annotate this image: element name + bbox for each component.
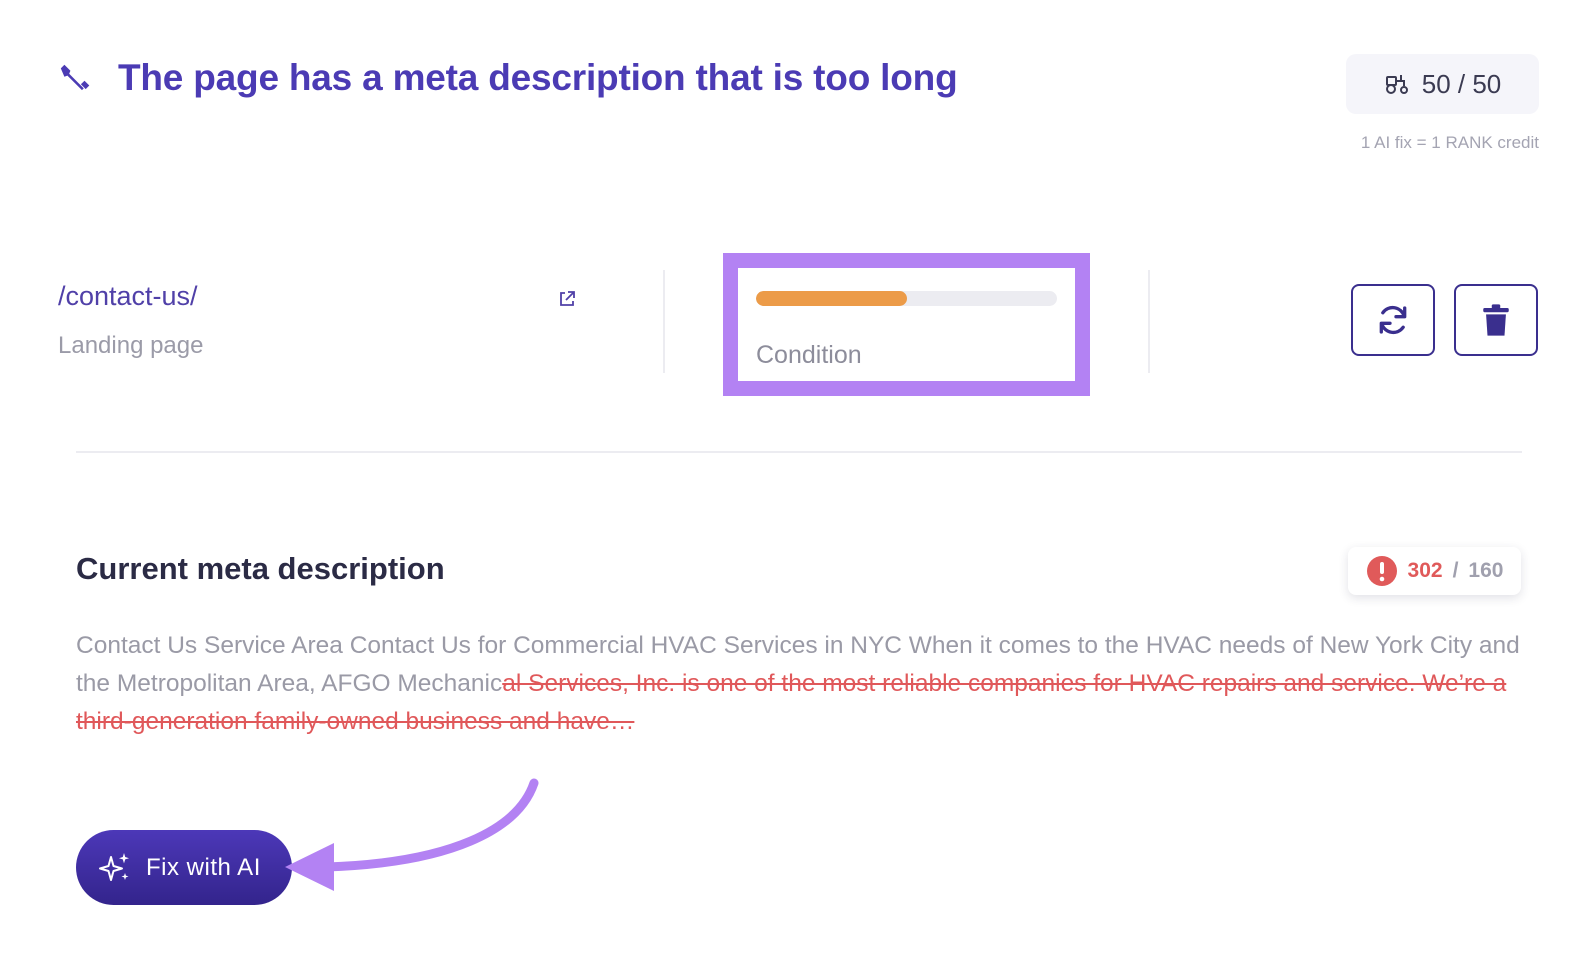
- condition-highlight-box: [723, 253, 1090, 396]
- character-count-badge: 302 / 160: [1348, 547, 1521, 595]
- fix-with-ai-button[interactable]: Fix with AI: [76, 830, 292, 905]
- issue-title: The page has a meta description that is …: [118, 57, 958, 98]
- character-count-separator: /: [1452, 559, 1459, 582]
- external-link-icon[interactable]: [557, 289, 577, 309]
- section-divider: [76, 451, 1522, 453]
- trash-icon: [1483, 304, 1509, 336]
- delete-button[interactable]: [1454, 284, 1538, 356]
- credits-value: 50 / 50: [1421, 68, 1502, 99]
- refresh-button[interactable]: [1351, 284, 1435, 356]
- credits-note: 1 AI fix = 1 RANK credit: [1360, 133, 1539, 152]
- tractor-icon: [1385, 75, 1408, 94]
- character-count-current: 302: [1407, 559, 1443, 582]
- page-path-link[interactable]: /contact-us/: [58, 281, 198, 312]
- sparkles-icon: [99, 852, 129, 881]
- condition-bar: [756, 291, 1057, 306]
- condition-bar-fill: [756, 291, 907, 306]
- meta-description-text: Contact Us Service Area Contact Us for C…: [76, 627, 1536, 741]
- section-title: Current meta description: [76, 551, 445, 586]
- credits-badge: 50 / 50: [1346, 54, 1539, 114]
- character-count-max: 160: [1468, 559, 1504, 582]
- page-type-label: Landing page: [58, 332, 204, 359]
- condition-label: Condition: [756, 341, 862, 369]
- refresh-icon: [1379, 305, 1407, 335]
- fix-with-ai-label: Fix with AI: [146, 853, 261, 881]
- wrench-icon: [60, 64, 90, 91]
- column-divider: [663, 270, 665, 373]
- arrow-annotation: [285, 778, 539, 891]
- error-icon: [1366, 556, 1397, 586]
- column-divider: [1148, 270, 1150, 373]
